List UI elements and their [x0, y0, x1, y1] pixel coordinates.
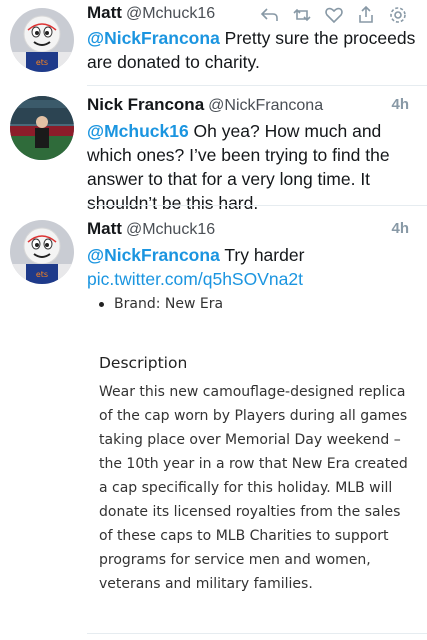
avatar-nick[interactable]: [10, 96, 74, 160]
stadium-photo-avatar-icon: [10, 96, 74, 160]
description-heading: Description: [99, 354, 188, 372]
svg-text:ets: ets: [36, 270, 48, 279]
brand-list-item: Brand: New Era: [87, 296, 413, 312]
author-name[interactable]: Nick Francona: [87, 95, 204, 114]
tweet-3[interactable]: ets Matt @Mchuck16 4h @NickFrancona Try h…: [0, 206, 427, 296]
bullet: [99, 301, 104, 307]
mention-link[interactable]: @NickFrancona: [87, 28, 220, 48]
author-handle[interactable]: @NickFrancona: [208, 97, 323, 114]
author-name[interactable]: Matt: [87, 219, 122, 238]
share-icon[interactable]: [355, 4, 377, 26]
tweet-actions: [259, 4, 409, 26]
attached-product-info: Brand: New Era Description Wear this new…: [87, 296, 413, 596]
author-name[interactable]: Matt: [87, 3, 122, 22]
author-handle[interactable]: @Mchuck16: [126, 221, 215, 238]
avatar-matt[interactable]: ets: [10, 8, 74, 72]
tweet-timestamp[interactable]: 4h: [391, 218, 409, 240]
avatar-matt[interactable]: ets: [10, 220, 74, 284]
mascot-avatar-icon: ets: [10, 220, 74, 284]
tweet-media-link: pic.twitter.com/q5hSOVna2t: [87, 267, 417, 291]
mention-link[interactable]: @Mchuck16: [87, 121, 189, 141]
tweet-1[interactable]: ets Matt @Mchuck16 @NickFrancona Pretty …: [0, 0, 427, 86]
tweet-timestamp[interactable]: 4h: [391, 94, 409, 116]
brand-label: Brand: New Era: [114, 296, 224, 312]
tweet-2[interactable]: Nick Francona @NickFrancona 4h @Mchuck16 …: [0, 86, 427, 213]
settings-icon[interactable]: [387, 4, 409, 26]
retweet-icon[interactable]: [291, 4, 313, 26]
reply-icon[interactable]: [259, 4, 281, 26]
like-icon[interactable]: [323, 4, 345, 26]
description-text: Wear this new camouflage-designed replic…: [99, 384, 408, 592]
tweet-text: @NickFrancona Pretty sure the proceeds a…: [87, 28, 416, 72]
mascot-avatar-icon: ets: [10, 8, 74, 72]
svg-text:ets: ets: [36, 58, 48, 67]
mention-link[interactable]: @NickFrancona: [87, 245, 220, 265]
tweet-text: @NickFrancona Try harder: [87, 245, 305, 265]
author-handle[interactable]: @Mchuck16: [126, 5, 215, 22]
divider: [87, 633, 427, 634]
tweet-text: @Mchuck16 Oh yea? How much and which one…: [87, 121, 390, 213]
pic-link[interactable]: pic.twitter.com/q5hSOVna2t: [87, 269, 303, 289]
